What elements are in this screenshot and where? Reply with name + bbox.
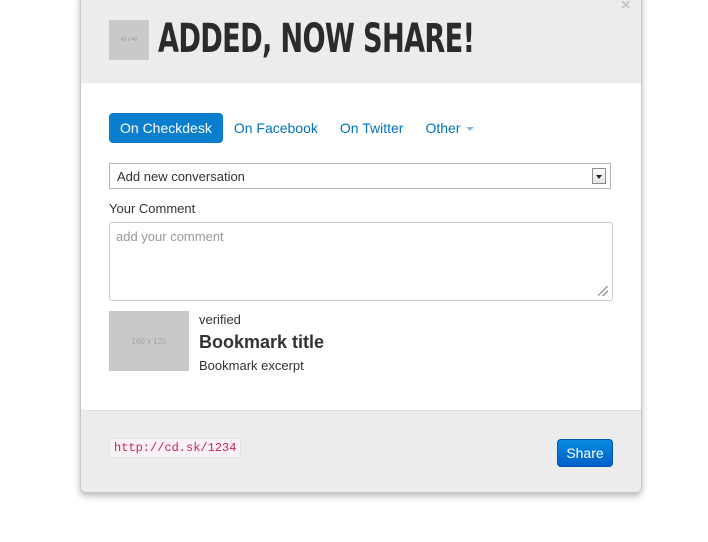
conversation-select-value: Add new conversation: [117, 169, 245, 184]
modal-header: 40 x 40 ADDED, NOW SHARE! ×: [81, 0, 641, 83]
bookmark-excerpt: Bookmark excerpt: [199, 358, 304, 373]
short-url: http://cd.sk/1234: [109, 438, 242, 458]
share-button[interactable]: Share: [557, 439, 613, 467]
header-thumbnail: 40 x 40: [109, 20, 149, 60]
bookmark-title: Bookmark title: [199, 332, 325, 352]
resize-handle-icon[interactable]: [598, 286, 608, 296]
modal-footer: http://cd.sk/1234 Share: [81, 410, 641, 492]
modal-title: ADDED, NOW SHARE!: [158, 16, 475, 62]
conversation-select[interactable]: Add new conversation: [109, 163, 611, 189]
share-modal: 40 x 40 ADDED, NOW SHARE! × On Checkdesk…: [80, 0, 642, 493]
tab-on-facebook[interactable]: On Facebook: [223, 113, 329, 143]
tab-on-twitter[interactable]: On Twitter: [329, 113, 415, 143]
caret-down-icon: [466, 127, 475, 132]
tab-other-label: Other: [425, 120, 461, 136]
tab-on-checkdesk[interactable]: On Checkdesk: [109, 113, 223, 143]
comment-textarea[interactable]: [109, 222, 613, 301]
tab-other-dropdown[interactable]: Other: [414, 113, 485, 143]
bookmark-thumbnail: 160 x 120: [109, 311, 189, 371]
share-tabs: On Checkdesk On Facebook On Twitter Othe…: [109, 113, 485, 143]
select-arrow-icon[interactable]: [592, 168, 606, 184]
comment-label: Your Comment: [109, 201, 196, 216]
bookmark-status: verified: [199, 312, 241, 327]
close-icon[interactable]: ×: [621, 0, 630, 15]
